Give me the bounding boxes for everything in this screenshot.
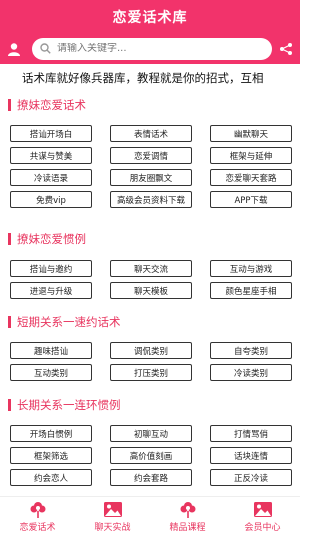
tag-button[interactable]: 打情骂俏 (210, 425, 292, 442)
tag-button[interactable]: 冷读语录 (10, 169, 92, 186)
section-bar (8, 233, 11, 245)
tag-button[interactable]: 开场白惯例 (10, 425, 92, 442)
tag-button[interactable]: 约会恋人 (10, 469, 92, 486)
tag-button[interactable]: 免费vip (10, 191, 92, 208)
tag-button[interactable]: 高级会员资料下载 (110, 191, 192, 208)
share-icon (280, 42, 292, 55)
search-bar (0, 33, 300, 64)
tag-button[interactable]: 互动与游戏 (210, 260, 292, 277)
tab-label: 会员中心 (244, 522, 281, 533)
section-bar (8, 99, 11, 111)
section-label: 撩妹恋爱惯例 (17, 232, 86, 246)
section-2-grid: 搭讪与邀约 聊天交流 互动与游戏 进退与升级 聊天模板 颜色星座手相 (10, 260, 292, 299)
search-icon (40, 43, 51, 54)
tag-button[interactable]: 共谋与赞美 (10, 147, 92, 164)
tag-button[interactable]: APP下载 (210, 191, 292, 208)
section-label: 撩妹恋爱话术 (17, 98, 86, 112)
tag-button[interactable]: 约会套路 (110, 469, 192, 486)
share-button[interactable] (272, 33, 300, 64)
tag-button[interactable]: 颜色星座手相 (210, 282, 292, 299)
tag-button[interactable]: 冷读类别 (210, 364, 292, 381)
search-box[interactable] (32, 37, 272, 60)
flower-icon (30, 502, 45, 518)
tag-button[interactable]: 趣味搭讪 (10, 342, 92, 359)
page-title: 恋爱话术库 (112, 9, 188, 26)
flower-icon (180, 502, 195, 518)
tag-button[interactable]: 初聊互动 (110, 425, 192, 442)
section-title-1: 撩妹恋爱话术 (8, 97, 86, 113)
tag-button[interactable]: 打压类别 (110, 364, 192, 381)
tag-button[interactable]: 自夸类别 (210, 342, 292, 359)
tab-label: 精品课程 (169, 523, 206, 533)
tag-button[interactable]: 搭讪与邀约 (10, 260, 92, 277)
user-button[interactable] (0, 33, 28, 64)
user-icon (8, 42, 20, 56)
title-bar: 恋爱话术库 (0, 0, 300, 33)
tag-button[interactable]: 进退与升级 (10, 282, 92, 299)
tag-button[interactable]: 调侃类别 (110, 342, 192, 359)
tag-button[interactable]: 恋爱聊天套路 (210, 169, 292, 186)
tag-button[interactable]: 表情话术 (110, 125, 192, 142)
section-label: 短期关系一速约话术 (17, 315, 121, 329)
tab-member-center[interactable]: 会员中心 (225, 497, 300, 536)
tag-button[interactable]: 话块连情 (210, 447, 292, 464)
tag-button[interactable]: 朋友圈飘文 (110, 169, 192, 186)
tag-button[interactable]: 聊天模板 (110, 282, 192, 299)
tab-chat-practice[interactable]: 聊天实战 (75, 497, 150, 536)
bottom-tab-bar: 恋爱话术 聊天实战 精品课程 会员中心 (0, 496, 300, 536)
tab-courses[interactable]: 精品课程 (150, 497, 225, 536)
tab-label: 聊天实战 (94, 522, 131, 533)
search-input[interactable] (57, 43, 247, 54)
tab-love-talk[interactable]: 恋爱话术 (0, 497, 75, 536)
section-title-4: 长期关系一连环惯例 (8, 397, 121, 413)
section-3-grid: 趣味搭讪 调侃类别 自夸类别 互动类别 打压类别 冷读类别 (10, 342, 292, 381)
section-title-2: 撩妹恋爱惯例 (8, 231, 86, 247)
tag-button[interactable]: 互动类别 (10, 364, 92, 381)
image-icon (103, 501, 122, 517)
tag-button[interactable]: 框架筛选 (10, 447, 92, 464)
section-title-3: 短期关系一速约话术 (8, 314, 121, 330)
section-label: 长期关系一连环惯例 (17, 398, 121, 412)
tag-button[interactable]: 搭讪开场白 (10, 125, 92, 142)
marquee-notice: 话术库就好像兵器库，教程就是你的招式，互相 (22, 71, 264, 85)
section-4-grid: 开场白惯例 初聊互动 打情骂俏 框架筛选 高价值刻画 话块连情 约会恋人 约会套… (10, 425, 292, 486)
tag-button[interactable]: 正反冷读 (210, 469, 292, 486)
section-bar (8, 399, 11, 411)
tag-button[interactable]: 恋爱调情 (110, 147, 192, 164)
tag-button[interactable]: 聊天交流 (110, 260, 192, 277)
section-bar (8, 316, 11, 328)
tag-button[interactable]: 框架与延伸 (210, 147, 292, 164)
section-1-grid: 搭讪开场白 表情话术 幽默聊天 共谋与赞美 恋爱调情 框架与延伸 冷读语录 朋友… (10, 125, 292, 208)
tag-button[interactable]: 幽默聊天 (210, 125, 292, 142)
tag-button[interactable]: 高价值刻画 (110, 447, 192, 464)
tab-label: 恋爱话术 (19, 523, 56, 533)
image-icon (253, 501, 272, 517)
